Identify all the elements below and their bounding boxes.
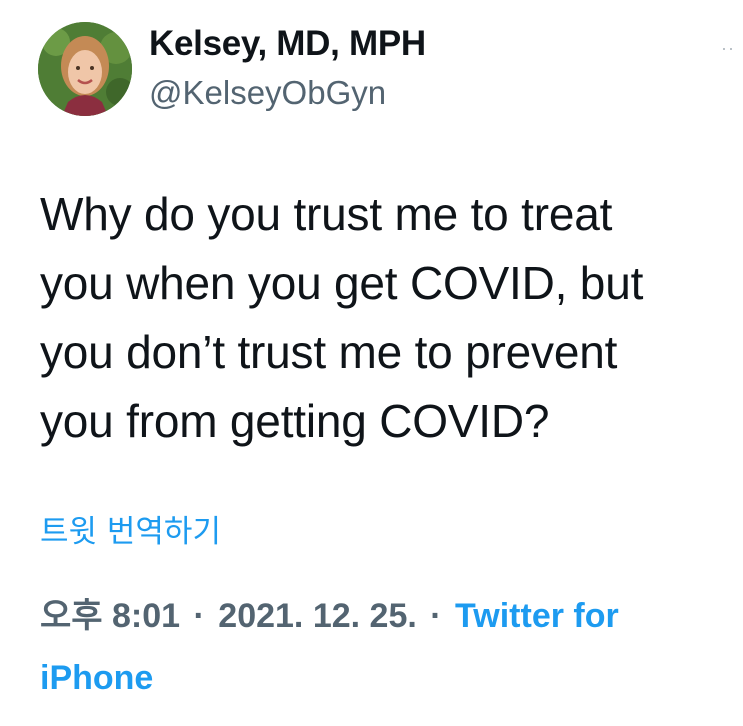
avatar-photo bbox=[38, 22, 132, 116]
tweet-text: Why do you trust me to treat you when yo… bbox=[40, 188, 644, 447]
tweet-card: Kelsey, MD, MPH @KelseyObGyn ·· Why do y… bbox=[0, 0, 743, 726]
meta-separator: · bbox=[193, 597, 205, 635]
translate-tweet-link[interactable]: 트윗 번역하기 bbox=[40, 506, 221, 551]
tweet-time[interactable]: 오후 8:01 bbox=[40, 597, 180, 635]
more-icon[interactable]: ·· bbox=[721, 38, 735, 59]
tweet-meta: 오후 8:01 · 2021. 12. 25. · Twitter for iP… bbox=[40, 585, 740, 709]
author-handle[interactable]: @KelseyObGyn bbox=[149, 74, 386, 112]
author-name[interactable]: Kelsey, MD, MPH bbox=[149, 24, 426, 64]
meta-separator: · bbox=[430, 597, 442, 635]
tweet-date[interactable]: 2021. 12. 25. bbox=[218, 597, 417, 635]
avatar[interactable] bbox=[38, 22, 132, 116]
